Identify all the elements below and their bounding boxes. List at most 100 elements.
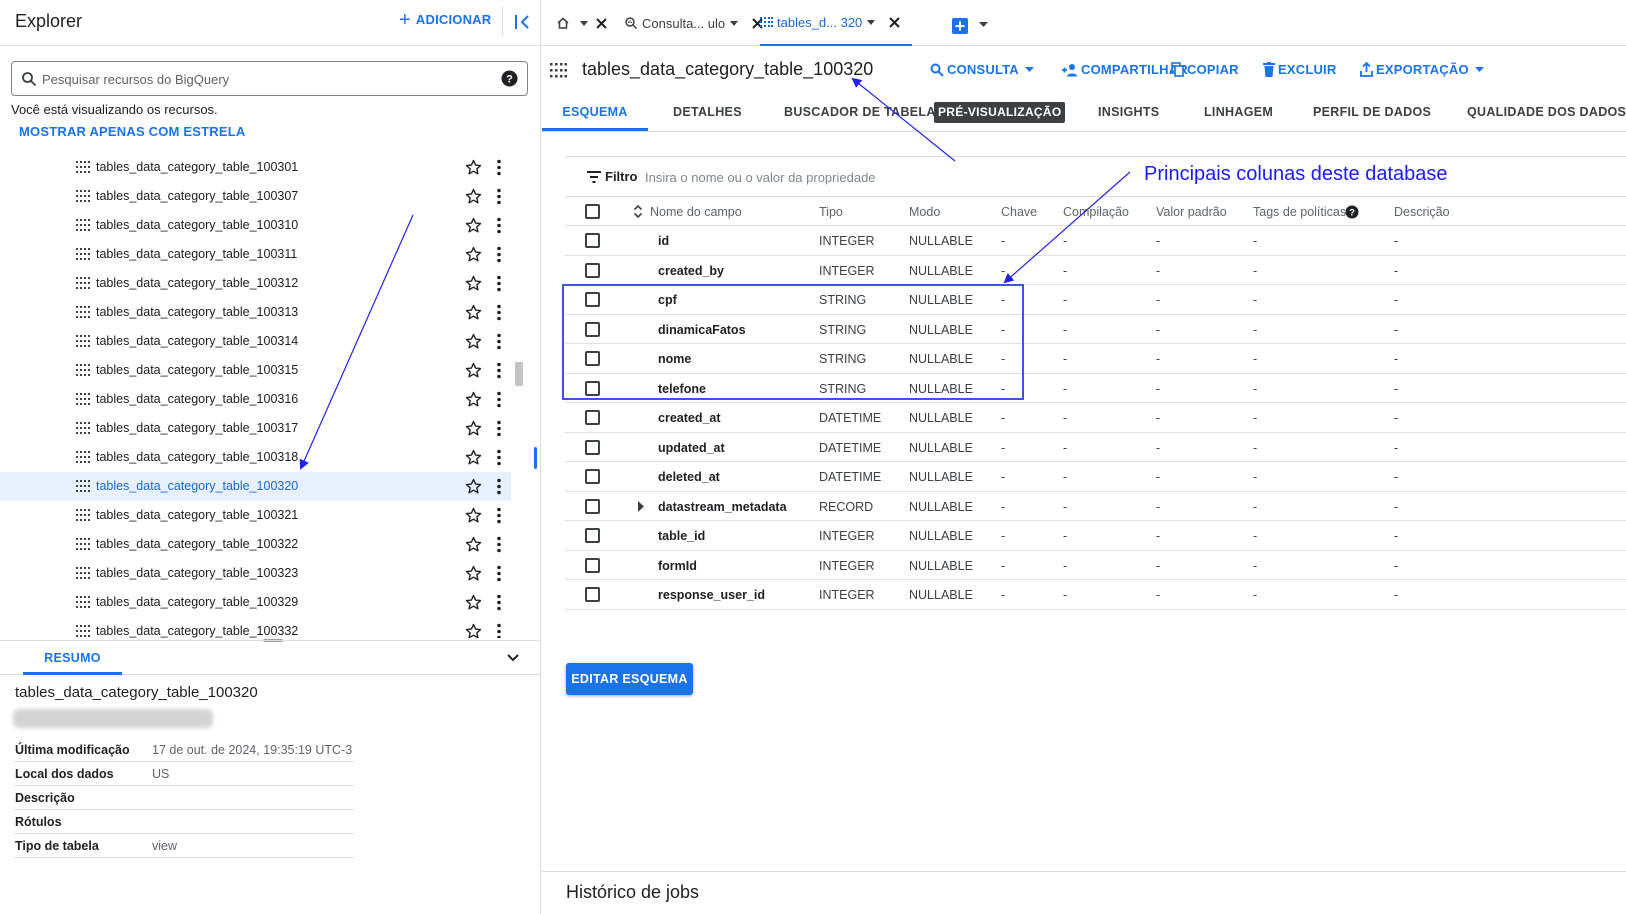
delete-button[interactable]: EXCLUIR	[1263, 62, 1336, 77]
help-icon[interactable]: ?	[1345, 205, 1359, 219]
star-icon[interactable]	[465, 565, 482, 582]
row-checkbox[interactable]	[585, 262, 600, 278]
row-checkbox[interactable]	[585, 469, 600, 484]
tree-scrollbar[interactable]	[515, 362, 523, 386]
tree-item[interactable]: tables_data_category_table_100322	[0, 530, 511, 559]
row-checkbox[interactable]	[585, 410, 600, 425]
tree-item[interactable]: tables_data_category_table_100307	[0, 182, 511, 211]
export-button[interactable]: EXPORTAÇÃO	[1360, 62, 1484, 77]
share-button[interactable]: COMPARTILHAR	[1061, 62, 1188, 77]
show-starred-link[interactable]: MOSTRAR APENAS COM ESTRELA	[19, 124, 245, 139]
collapse-panel-icon[interactable]	[512, 10, 534, 34]
expand-arrow-icon[interactable]	[637, 500, 645, 512]
more-vert-icon[interactable]	[492, 594, 506, 611]
tree-item[interactable]: tables_data_category_table_100313	[0, 298, 511, 327]
tree-item[interactable]: tables_data_category_table_100317	[0, 414, 511, 443]
more-vert-icon[interactable]	[492, 188, 506, 205]
star-icon[interactable]	[465, 333, 482, 350]
tab-detalhes[interactable]: DETALHES	[673, 94, 742, 131]
more-vert-icon[interactable]	[492, 217, 506, 234]
star-icon[interactable]	[465, 594, 482, 611]
star-icon[interactable]	[465, 478, 482, 495]
star-icon[interactable]	[465, 536, 482, 553]
more-vert-icon[interactable]	[492, 275, 506, 292]
select-all-checkbox[interactable]	[585, 204, 600, 219]
star-icon[interactable]	[465, 623, 482, 638]
tree-item[interactable]: tables_data_category_table_100329	[0, 588, 511, 617]
tree-item[interactable]: tables_data_category_table_100311	[0, 240, 511, 269]
star-icon[interactable]	[465, 507, 482, 524]
star-icon[interactable]	[465, 449, 482, 466]
row-checkbox[interactable]	[585, 498, 600, 514]
caret-down-icon[interactable]	[979, 22, 988, 27]
query-button[interactable]: CONSULTA	[930, 62, 1034, 77]
tree-item[interactable]: tables_data_category_table_100323	[0, 559, 511, 588]
star-icon[interactable]	[465, 246, 482, 263]
more-vert-icon[interactable]	[492, 507, 506, 524]
tab-esquema[interactable]: ESQUEMA	[542, 94, 648, 131]
row-checkbox[interactable]	[585, 380, 600, 396]
tab-linhagem[interactable]: LINHAGEM	[1204, 94, 1273, 131]
tree-item[interactable]: tables_data_category_table_100315	[0, 356, 511, 385]
star-icon[interactable]	[465, 275, 482, 292]
resource-search-input[interactable]	[42, 68, 482, 90]
caret-down-icon[interactable]	[730, 20, 739, 26]
more-vert-icon[interactable]	[492, 304, 506, 321]
more-vert-icon[interactable]	[492, 246, 506, 263]
row-checkbox[interactable]	[585, 292, 600, 307]
tree-item[interactable]: tables_data_category_table_100332	[0, 617, 511, 638]
more-vert-icon[interactable]	[492, 391, 506, 408]
more-vert-icon[interactable]	[492, 565, 506, 582]
tree-item[interactable]: tables_data_category_table_100310	[0, 211, 511, 240]
tab-qualidade-dos-dados[interactable]: QUALIDADE DOS DADOS	[1467, 94, 1626, 131]
row-checkbox[interactable]	[585, 321, 600, 337]
more-vert-icon[interactable]	[492, 362, 506, 379]
caret-down-icon[interactable]	[867, 19, 876, 25]
more-vert-icon[interactable]	[492, 159, 506, 176]
schema-filter-bar[interactable]: Filtro	[565, 156, 1626, 197]
row-checkbox[interactable]	[585, 528, 600, 543]
star-icon[interactable]	[465, 304, 482, 321]
row-checkbox[interactable]	[585, 351, 600, 366]
row-checkbox[interactable]	[585, 233, 600, 248]
tab-perfil-de-dados[interactable]: PERFIL DE DADOS	[1313, 94, 1431, 131]
more-vert-icon[interactable]	[492, 449, 506, 466]
row-checkbox[interactable]	[585, 557, 600, 573]
row-checkbox[interactable]	[585, 439, 600, 455]
edit-schema-button[interactable]: EDITAR ESQUEMA	[566, 663, 693, 695]
tree-item[interactable]: tables_data_category_table_100318	[0, 443, 511, 472]
more-vert-icon[interactable]	[492, 478, 506, 495]
tab-resumo[interactable]: RESUMO	[23, 641, 122, 675]
close-icon[interactable]	[889, 16, 901, 28]
close-icon[interactable]	[596, 17, 607, 29]
add-button[interactable]: + ADICIONAR	[399, 10, 491, 30]
star-icon[interactable]	[465, 159, 482, 176]
star-icon[interactable]	[465, 391, 482, 408]
copy-button[interactable]: COPIAR	[1171, 62, 1239, 77]
tree-item[interactable]: tables_data_category_table_100321	[0, 501, 511, 530]
sort-icon[interactable]	[633, 204, 643, 219]
tree-item[interactable]: tables_data_category_table_100316	[0, 385, 511, 414]
more-vert-icon[interactable]	[492, 420, 506, 437]
tab-query[interactable]: Consulta... ulo	[624, 0, 763, 46]
column-header-nome[interactable]: Nome do campo	[650, 205, 742, 219]
panel-splitter-handle[interactable]	[534, 447, 537, 469]
new-tab-icon[interactable]	[952, 18, 968, 34]
star-icon[interactable]	[465, 362, 482, 379]
tree-item[interactable]: tables_data_category_table_100314	[0, 327, 511, 356]
schema-filter-input[interactable]	[645, 167, 1245, 187]
more-vert-icon[interactable]	[492, 623, 506, 638]
star-icon[interactable]	[465, 217, 482, 234]
more-vert-icon[interactable]	[492, 333, 506, 350]
help-icon[interactable]: ?	[501, 70, 518, 87]
tree-item[interactable]: tables_data_category_table_100312	[0, 269, 511, 298]
tree-item[interactable]: tables_data_category_table_100320	[0, 472, 511, 501]
row-checkbox[interactable]	[585, 587, 600, 602]
tab-buscador-de-tabelas[interactable]: BUSCADOR DE TABELAS	[784, 94, 944, 131]
tab-table[interactable]: tables_d... 320	[760, 0, 913, 46]
chevron-down-icon[interactable]	[505, 650, 521, 666]
tab-insights[interactable]: INSIGHTS	[1098, 94, 1159, 131]
resource-search-field[interactable]: ?	[11, 61, 528, 96]
star-icon[interactable]	[465, 188, 482, 205]
more-vert-icon[interactable]	[492, 536, 506, 553]
